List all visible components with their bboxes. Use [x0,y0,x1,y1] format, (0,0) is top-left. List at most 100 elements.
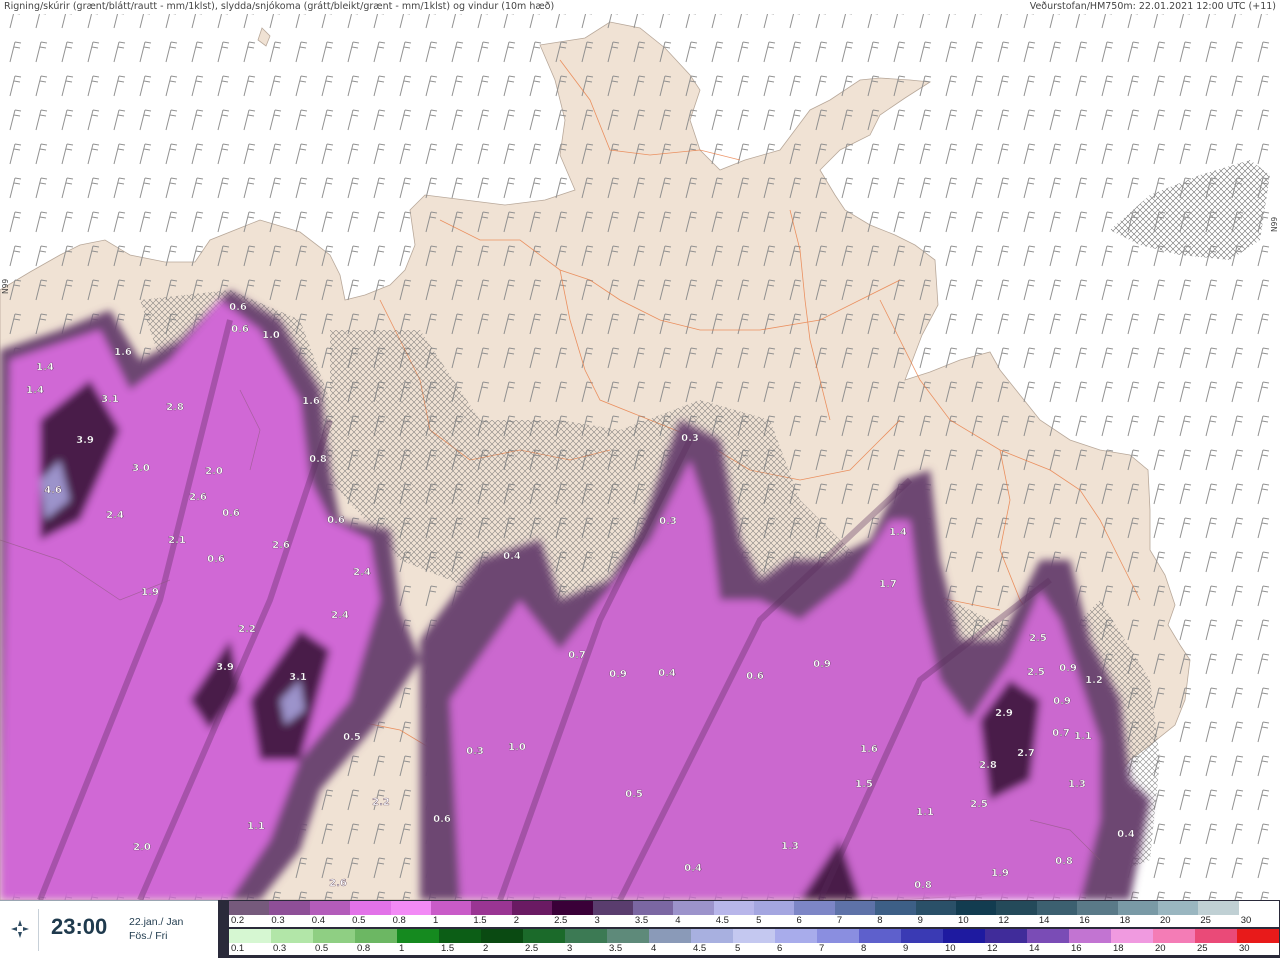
snow-scale-label: 7 [836,915,843,926]
precip-value-label: 1.6 [302,396,320,407]
rain-scale-label: 0.8 [357,943,371,954]
rain-swatch [1027,929,1069,943]
precip-value-label: 2.0 [205,466,223,477]
rain-swatch [775,929,817,943]
precip-value-label: 3.0 [132,463,150,474]
snow-swatch [915,901,957,915]
rain-swatch [1111,929,1153,943]
time-panel-divider [38,909,39,951]
model-run-info: Veðurstofan/HM750m: 22.01.2021 12:00 UTC… [1029,1,1276,12]
rain-color-scale [229,929,1279,943]
precip-value-label: 1.9 [141,587,159,598]
rain-scale-label: 4 [651,943,657,954]
precip-value-label: 0.4 [658,668,676,679]
rain-scale-label: 2 [483,943,489,954]
time-panel: 23:00 22.jan./ Jan Fös./ Fri [0,900,218,959]
snow-scale-label: 0.2 [231,915,245,926]
rain-scale-label: 4.5 [693,943,707,954]
precip-value-label: 0.5 [625,789,643,800]
snow-swatch [1117,901,1158,915]
rain-scale-label: 3.5 [609,943,623,954]
snow-scale-label: 5 [756,915,762,926]
snow-scale-label: 9 [917,915,923,926]
rain-scale-label: 1 [399,943,405,954]
rain-swatch [1237,929,1279,943]
rain-swatch [817,929,859,943]
snow-scale-labels: 0.2 0.3 0.4 0.5 0.8 1 1.5 2 2.5 3 3.5 4 4.5 5 6 7 8 9 10 12… [229,915,1279,927]
rain-swatch [481,929,523,943]
rain-swatch [859,929,901,943]
rain-scale-label: 5 [735,943,741,954]
precip-value-label: 2.1 [168,535,186,546]
rain-scale-label: 12 [987,943,998,954]
snow-scale-label: 2 [513,915,520,926]
precip-value-label: 4.6 [44,485,62,496]
snow-swatch [956,901,997,915]
precip-value-label: 0.7 [1052,728,1070,739]
precip-value-label: 2.8 [166,402,184,413]
snow-scale-label: 4 [675,915,681,926]
precip-value-label: 2.8 [979,760,997,771]
precip-value-label: 2.5 [1029,633,1047,644]
snow-swatch [1157,901,1199,915]
snow-scale-label: 30 [1240,915,1252,926]
precip-value-label: 0.3 [681,433,699,444]
rain-swatch [1153,929,1195,943]
rain-scale-label: 10 [945,943,956,954]
precip-value-label: 0.6 [222,508,240,519]
snow-scale-label: 25 [1200,915,1211,926]
snow-swatch [673,901,714,915]
precip-value-label: 2.0 [133,842,151,853]
precip-value-label: 2.6 [329,878,347,889]
precip-value-label: 3.1 [101,394,119,405]
rain-swatch [313,929,355,943]
precip-value-label: 1.9 [991,868,1009,879]
snow-scale-label: 14 [1038,915,1050,926]
rain-scale-label: 3 [567,943,573,954]
snow-scale-label: 16 [1079,915,1090,926]
precip-value-label: 2.2 [238,624,256,635]
precip-value-label: 2.6 [272,540,290,551]
precip-value-label: 1.0 [262,330,280,341]
precip-value-label: 0.9 [1053,696,1071,707]
precip-value-label: 0.8 [914,880,932,891]
precip-value-label: 0.4 [503,551,521,562]
snow-scale-label: 18 [1119,915,1131,926]
precip-value-label: 2.6 [189,492,207,503]
precip-value-label: 2.5 [1027,667,1045,678]
rain-scale-label: 2.5 [525,943,539,954]
play-arrows-icon[interactable] [10,919,30,939]
snow-swatch [269,901,310,915]
snow-swatch [390,901,431,915]
precip-value-label: 1.2 [1085,675,1103,686]
rain-swatch [649,929,691,943]
snow-swatch [430,901,472,915]
snow-swatch [511,901,553,915]
precip-value-label: 0.3 [466,746,484,757]
snow-scale-label: 12 [998,915,1009,926]
rain-scale-label: 1.5 [441,943,455,954]
snow-swatch [552,901,593,915]
rain-swatch [565,929,607,943]
snow-swatch [1036,901,1078,915]
precip-value-label: 2.2 [372,797,390,808]
snow-swatch [875,901,916,915]
weather-map[interactable]: 1.6 1.4 1.4 3.1 2.8 3.9 3.0 2.0 4.6 2.6 2.4 0.6 2.1 2… [0,0,1280,900]
rain-scale-label: 8 [861,943,867,954]
precip-value-label: 0.8 [1055,856,1073,867]
snow-swatch [309,901,351,915]
snow-scale-label: 1 [432,915,439,926]
precip-value-label: 1.3 [1068,779,1086,790]
precip-value-label: 0.4 [1117,829,1135,840]
snow-scale-label: 20 [1159,915,1171,926]
forecast-date: 22.jan./ Jan Fös./ Fri [129,915,183,943]
precip-value-label: 3.9 [216,662,234,673]
rain-scale-label: 14 [1029,943,1040,954]
rain-scale-labels: 0.1 0.3 0.5 0.8 1 1.5 2 2.5 3 3.5 4 4.5 5 6 7 8 9 10 12 14 1… [229,943,1279,955]
map-canvas[interactable]: 1.6 1.4 1.4 3.1 2.8 3.9 3.0 2.0 4.6 2.6 2.4 0.6 2.1 2… [0,0,1280,900]
latitude-label-left: N99 [1,278,10,294]
rain-scale-label: 0.3 [273,943,287,954]
precip-value-label: 1.4 [889,527,907,538]
forecast-time: 23:00 [51,914,108,939]
map-title: Rigning/skúrir (grænt/blátt/rautt - mm/1… [4,1,555,12]
